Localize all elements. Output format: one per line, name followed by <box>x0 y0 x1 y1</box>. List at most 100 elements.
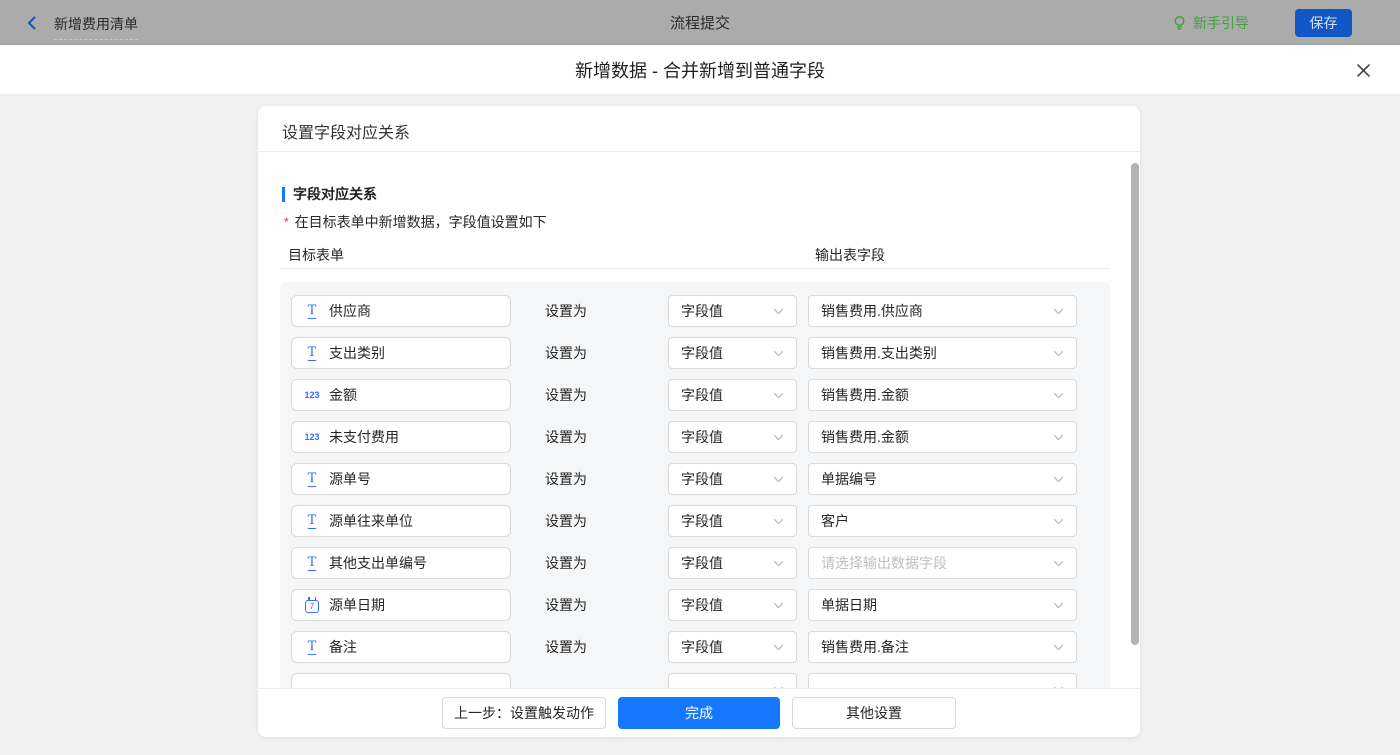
value-mode-select[interactable]: 字段值 <box>668 421 797 453</box>
target-field-box[interactable]: T 源单号 <box>291 463 511 495</box>
value-mode-select[interactable]: 字段值 <box>668 589 797 621</box>
lightbulb-icon <box>1174 15 1185 30</box>
target-field-box[interactable]: 7 源单日期 <box>291 589 511 621</box>
date-field-icon: 7 <box>305 596 319 613</box>
set-as-label: 设置为 <box>545 597 587 613</box>
set-as-label: 设置为 <box>545 303 587 319</box>
set-as-label: 设置为 <box>545 387 587 403</box>
text-field-icon: T <box>307 512 317 529</box>
output-field-select[interactable]: 销售费用.支出类别 <box>808 337 1077 369</box>
field-mapping-row: T 备注 设置为 字段值 销售费用.备注 <box>280 631 1110 663</box>
card-footer: 上一步：设置触发动作 完成 其他设置 <box>258 688 1140 737</box>
mapping-card: 设置字段对应关系 字段对应关系 * 在目标表单中新增数据，字段值设置如下 目标表单… <box>258 106 1140 737</box>
chevron-down-icon <box>773 516 784 527</box>
output-field-value: 客户 <box>821 513 849 529</box>
output-field-select[interactable]: 请选择输出数据字段 <box>808 547 1077 579</box>
target-field-label: 其他支出单编号 <box>329 555 427 571</box>
beginner-guide-link[interactable]: 新手引导 <box>1172 13 1249 33</box>
target-field-box[interactable]: T 备注 <box>291 631 511 663</box>
prev-step-button[interactable]: 上一步：设置触发动作 <box>442 697 606 729</box>
target-field-box[interactable]: 123 金额 <box>291 379 511 411</box>
section-title: 字段对应关系 <box>282 184 377 204</box>
chevron-down-icon <box>773 600 784 611</box>
done-button[interactable]: 完成 <box>618 697 780 729</box>
output-field-select[interactable]: 销售费用.金额 <box>808 379 1077 411</box>
value-mode-value: 字段值 <box>681 303 723 319</box>
field-mapping-row: T 其他支出单编号 设置为 字段值 请选择输出数据字段 <box>280 547 1110 579</box>
output-field-value: 销售费用.金额 <box>821 429 909 445</box>
other-settings-button[interactable]: 其他设置 <box>792 697 956 729</box>
value-mode-select[interactable] <box>668 673 797 688</box>
value-mode-select[interactable]: 字段值 <box>668 631 797 663</box>
column-header-output-field: 输出表字段 <box>815 247 885 263</box>
column-header-target-form: 目标表单 <box>288 247 344 263</box>
required-asterisk: * <box>284 215 289 229</box>
value-mode-select[interactable]: 字段值 <box>668 505 797 537</box>
value-mode-select[interactable]: 字段值 <box>668 379 797 411</box>
target-field-label: 供应商 <box>329 303 371 319</box>
set-as-label: 设置为 <box>545 513 587 529</box>
target-field-box[interactable]: 123 未支付费用 <box>291 421 511 453</box>
chevron-down-icon <box>1053 558 1064 569</box>
section-accent-bar <box>282 186 285 202</box>
output-field-select[interactable]: 单据日期 <box>808 589 1077 621</box>
chevron-down-icon <box>1053 348 1064 359</box>
set-as-label: 设置为 <box>545 345 587 361</box>
target-field-box[interactable] <box>291 673 511 688</box>
value-mode-select[interactable]: 字段值 <box>668 337 797 369</box>
output-field-value: 单据日期 <box>821 597 877 613</box>
set-as-label: 设置为 <box>545 471 587 487</box>
chevron-down-icon <box>1053 516 1064 527</box>
field-mapping-row: 7 源单日期 设置为 字段值 单据日期 <box>280 589 1110 621</box>
value-mode-value: 字段值 <box>681 387 723 403</box>
output-field-select[interactable]: 销售费用.备注 <box>808 631 1077 663</box>
card-title: 设置字段对应关系 <box>282 125 411 142</box>
chevron-down-icon <box>773 306 784 317</box>
chevron-down-icon <box>1053 306 1064 317</box>
value-mode-value: 字段值 <box>681 429 723 445</box>
set-as-label: 设置为 <box>545 639 587 655</box>
text-field-icon: T <box>307 470 317 487</box>
target-field-box[interactable]: T 支出类别 <box>291 337 511 369</box>
scrollbar-thumb[interactable] <box>1131 163 1139 645</box>
output-field-select[interactable]: 单据编号 <box>808 463 1077 495</box>
modal-title-bar: 新增数据 - 合并新增到普通字段 <box>0 45 1400 95</box>
top-bar: 新增费用清单 流程提交 新手引导 保存 <box>0 0 1400 45</box>
modal-title: 新增数据 - 合并新增到普通字段 <box>575 60 825 81</box>
chevron-down-icon <box>773 474 784 485</box>
set-as-label: 设置为 <box>545 429 587 445</box>
output-field-select[interactable]: 销售费用.金额 <box>808 421 1077 453</box>
target-field-box[interactable]: T 源单往来单位 <box>291 505 511 537</box>
close-icon[interactable] <box>1350 57 1376 83</box>
guide-label: 新手引导 <box>1193 14 1249 31</box>
modal-body: 设置字段对应关系 字段对应关系 * 在目标表单中新增数据，字段值设置如下 目标表单… <box>0 95 1400 755</box>
chevron-down-icon <box>773 432 784 443</box>
value-mode-select[interactable]: 字段值 <box>668 547 797 579</box>
output-field-select[interactable]: 客户 <box>808 505 1077 537</box>
output-field-value: 销售费用.供应商 <box>821 303 923 319</box>
value-mode-value: 字段值 <box>681 597 723 613</box>
chevron-down-icon <box>773 642 784 653</box>
field-mapping-row: T 支出类别 设置为 字段值 销售费用.支出类别 <box>280 337 1110 369</box>
target-field-box[interactable]: T 供应商 <box>291 295 511 327</box>
field-mapping-row: 123 金额 设置为 字段值 销售费用.金额 <box>280 379 1110 411</box>
target-field-label: 源单日期 <box>329 597 385 613</box>
target-field-label: 未支付费用 <box>329 429 399 445</box>
section-hint: * 在目标表单中新增数据，字段值设置如下 <box>284 214 547 230</box>
value-mode-select[interactable]: 字段值 <box>668 295 797 327</box>
field-mapping-row: T 源单往来单位 设置为 字段值 客户 <box>280 505 1110 537</box>
output-field-select[interactable]: 销售费用.供应商 <box>808 295 1077 327</box>
output-field-value: 单据编号 <box>821 471 877 487</box>
output-field-select[interactable] <box>808 673 1077 688</box>
target-field-label: 备注 <box>329 639 357 655</box>
field-mapping-row: 123 未支付费用 设置为 字段值 销售费用.金额 <box>280 421 1110 453</box>
chevron-down-icon <box>1053 432 1064 443</box>
field-mapping-row: T 供应商 设置为 字段值 销售费用.供应商 <box>280 295 1110 327</box>
field-mapping-row <box>280 673 1110 688</box>
save-button[interactable]: 保存 <box>1295 8 1352 37</box>
set-as-label: 设置为 <box>545 555 587 571</box>
chevron-down-icon <box>1053 600 1064 611</box>
target-field-box[interactable]: T 其他支出单编号 <box>291 547 511 579</box>
target-field-label: 金额 <box>329 387 357 403</box>
value-mode-select[interactable]: 字段值 <box>668 463 797 495</box>
